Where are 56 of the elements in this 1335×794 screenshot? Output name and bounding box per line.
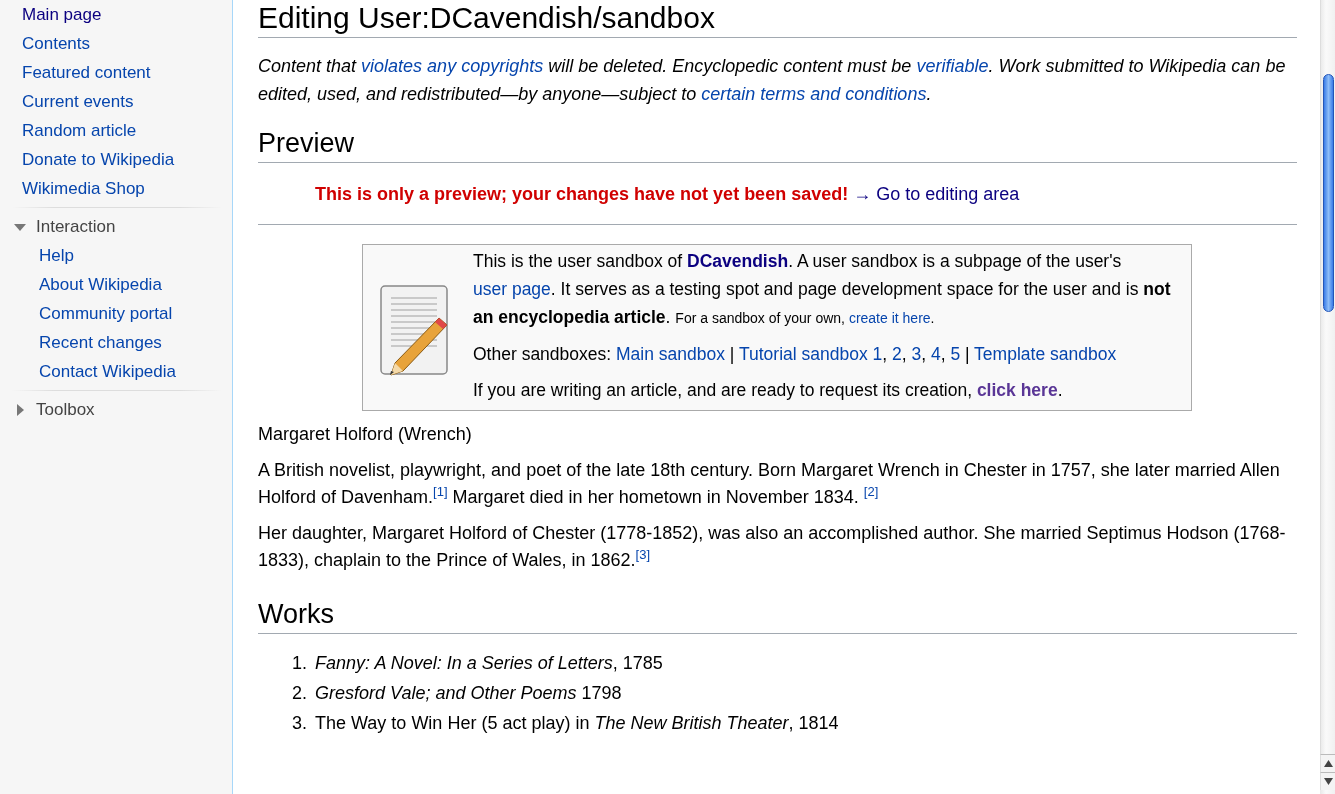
list-number: 1. — [292, 651, 307, 675]
link[interactable]: certain terms and conditions — [701, 84, 927, 104]
down-arrow-icon — [1323, 778, 1333, 785]
list-number: 3. — [292, 711, 307, 735]
reference-link[interactable]: [1] — [433, 484, 448, 499]
section-heading: Preview — [258, 126, 1297, 163]
sidebar-link[interactable]: About Wikipedia — [39, 270, 232, 299]
link[interactable]: violates any copyrights — [361, 56, 544, 76]
sidebar-link[interactable]: Featured content — [22, 58, 232, 87]
list-item-text: Gresford Vale; and Other Poems 1798 — [315, 681, 622, 705]
link[interactable]: create it here — [848, 310, 931, 326]
link[interactable]: user page — [473, 279, 551, 299]
sandbox-notice-text: This is the user sandbox of DCavendish. A user sandbox is a subpage of the user's user page. It serves as a testing spot and page development space for the user and is not an encyclopedia article. For a sandbox of your own, create it here. — [473, 250, 1172, 329]
sidebar-link[interactable]: Community portal — [39, 299, 232, 328]
sidebar-link[interactable]: Contents — [22, 29, 232, 58]
paragraph: Margaret Holford (Wrench) — [258, 423, 473, 446]
up-arrow-icon — [1323, 760, 1333, 767]
paragraph: A British novelist, playwright, and poet of the late 18th century. Born Margaret Wrench in Chester in 1757, she later married Allen Holford of Davenham.$^{[1]}$ Margaret died in her hometown in November 1834. $^{[2]}$ — [258, 458, 1281, 509]
link[interactable]: 2 — [892, 344, 902, 364]
sidebar-link[interactable]: Donate to Wikipedia — [22, 145, 232, 174]
link[interactable]: 4 — [930, 344, 941, 364]
reference-link[interactable]: [3] — [635, 547, 651, 562]
sidebar-link[interactable]: Recent changes — [39, 328, 232, 357]
link[interactable]: Main sandbox — [616, 344, 725, 364]
paragraph: Her daughter, Margaret Holford of Chester (1778-1852), was also an accomplished author. She married Septimus Hodson (1768-1833), chaplain to the Prince of Wales, in 1862.$^{[3]}$ — [258, 521, 1287, 572]
portal-heading[interactable]: Interaction — [13, 212, 232, 241]
preview-warning: This is only a preview; your changes have not yet been saved! — [315, 183, 849, 205]
sidebar-link[interactable]: Help — [39, 241, 232, 270]
sidebar-link[interactable]: Random article — [22, 116, 232, 145]
scrollbar[interactable] — [1320, 0, 1335, 754]
link[interactable]: DCavendish — [687, 251, 789, 271]
copyright-notice: Content that violates any copyrights will be deleted. Encyclopedic content must be verifiable. Work submitted to Wikipedia can be edited, used, and redistributed—by anyone—subject to certain terms and conditions. — [258, 55, 1287, 106]
sidebar-link[interactable]: Current events — [22, 87, 232, 116]
link[interactable]: Tutorial sandbox 1 — [738, 344, 883, 364]
document-with-pencil-icon — [379, 283, 451, 378]
list-number: 2. — [292, 681, 307, 705]
editing-area-link[interactable]: → Go to editing area — [853, 183, 1020, 205]
scroll-down-button[interactable] — [1320, 772, 1335, 790]
scroll-up-button[interactable] — [1320, 754, 1335, 772]
link[interactable]: verifiable — [916, 56, 989, 76]
sandbox-notice-text: Other sandboxes: Main sandbox | Tutorial sandbox 1, 2, 3, 4, 5 | Template sandbox — [473, 343, 1118, 366]
page-title: Editing User:DCavendish/sandbox — [258, 0, 1297, 38]
section-heading: Works — [258, 596, 1297, 634]
list-item-text: The Way to Win Her (5 act play) in The New British Theater, 1814 — [315, 711, 839, 735]
scrollbar-thumb[interactable] — [1323, 74, 1334, 312]
reference-link[interactable]: [2] — [863, 484, 879, 499]
sidebar-link[interactable]: Main page — [22, 0, 232, 29]
sidebar-link[interactable]: Contact Wikipedia — [39, 357, 232, 386]
sidebar-link[interactable]: Wikimedia Shop — [22, 174, 232, 203]
portal-heading[interactable]: Toolbox — [13, 395, 232, 424]
link[interactable]: 5 — [950, 344, 961, 364]
link[interactable]: Template sandbox — [974, 344, 1117, 364]
sandbox-notice-text: If you are writing an article, and are ready to request its creation, click here. — [473, 379, 1064, 402]
link[interactable]: 3 — [911, 344, 922, 364]
link[interactable]: click here — [976, 380, 1058, 400]
list-item-text: Fanny: A Novel: In a Series of Letters, 1785 — [315, 651, 663, 675]
